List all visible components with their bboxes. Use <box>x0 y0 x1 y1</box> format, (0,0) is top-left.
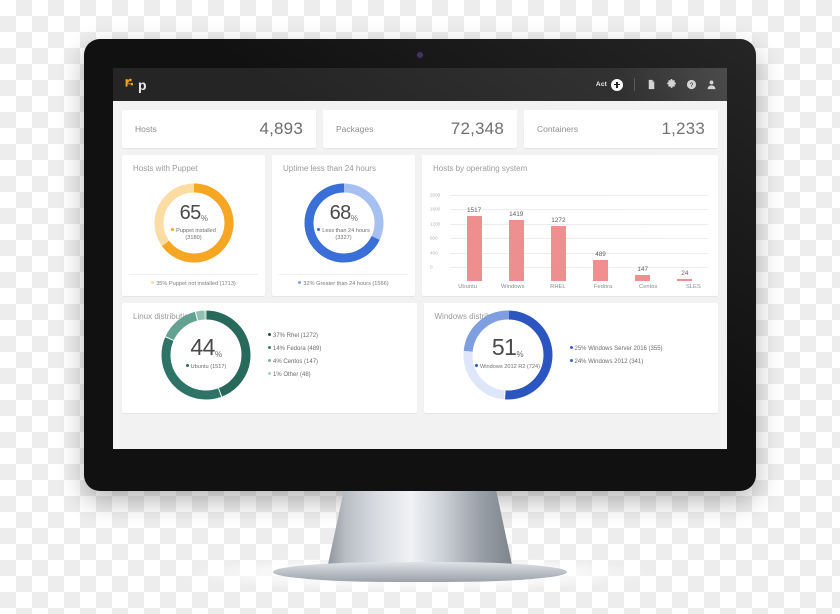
plus-circle-icon[interactable] <box>611 78 623 91</box>
stat-card-hosts[interactable]: Hosts 4,893 <box>122 110 316 148</box>
monitor-stand-neck <box>327 491 513 569</box>
act-label: Act <box>595 81 607 88</box>
stat-label: Packages <box>336 124 374 134</box>
legend-item[interactable]: 1% Other (48) <box>268 371 321 378</box>
stat-card-containers[interactable]: Containers 1,233 <box>524 110 718 148</box>
y-tick: 800 <box>430 235 438 241</box>
puppet-logo[interactable]: p <box>124 77 147 93</box>
windows-sublabel: Windows 2012 R2 (724) <box>474 364 540 372</box>
legend-item[interactable]: 25% Windows Server 2016 (355) <box>569 345 663 352</box>
svg-text:?: ? <box>690 82 694 89</box>
card-title: Hosts by operating system <box>433 164 528 173</box>
act-button[interactable]: Act <box>595 78 623 91</box>
legend-item[interactable]: 24% Windows 2012 (341) <box>569 358 663 365</box>
puppet-donut-center: 65% Puppet installed (3180) <box>151 180 237 266</box>
stat-value: 1,233 <box>661 119 705 138</box>
y-tick: 0 <box>430 264 433 270</box>
x-tick: SLES <box>685 284 701 290</box>
app-top-bar: p Act ? <box>113 68 727 101</box>
bar-column[interactable]: 489 <box>583 195 618 281</box>
os-bars: 1517 1419 1272 489 147 24 <box>453 195 706 281</box>
stat-card-packages[interactable]: Packages 72,348 <box>323 110 517 148</box>
bar-column[interactable]: 24 <box>667 195 702 281</box>
windows-donut-center: 51% Windows 2012 R2 (724) <box>460 307 556 403</box>
bar-column[interactable]: 147 <box>625 195 660 281</box>
card-linux-distribution[interactable]: Linux distribution 44% Ubuntu (1517) 37%… <box>122 303 417 413</box>
linux-donut-chart: 44% Ubuntu (1517) <box>158 307 254 403</box>
bar-column[interactable]: 1272 <box>541 195 576 281</box>
stat-value: 72,348 <box>450 119 504 138</box>
linux-sublabel: Ubuntu (1517) <box>185 364 226 372</box>
bar-value: 24 <box>681 270 689 278</box>
puppet-percent: 65% <box>179 201 208 224</box>
gear-icon[interactable] <box>666 79 677 90</box>
uptime-sublabel: Less than 24 hours (3327) <box>313 227 375 243</box>
puppet-donut-chart: 65% Puppet installed (3180) <box>151 180 237 266</box>
dashboard-canvas: Hosts 4,893 Packages 72,348 Containers 1… <box>113 101 727 413</box>
card-hosts-by-operating-system[interactable]: Hosts by operating system 2000 1600 1200… <box>422 155 718 296</box>
bar-column[interactable]: 1419 <box>499 195 534 281</box>
bar-value: 1272 <box>551 217 566 225</box>
x-tick: Centos <box>639 284 658 290</box>
x-tick: Windows <box>500 284 525 290</box>
screen: p Act ? Hosts 4,893 Packages 72,348 Cont… <box>113 68 727 449</box>
bar-value: 1419 <box>509 211 524 218</box>
legend-item[interactable]: 4% Centos (147) <box>268 358 321 365</box>
bar-value: 1517 <box>466 206 482 214</box>
stat-label: Hosts <box>135 124 157 134</box>
y-tick: 2000 <box>430 192 441 198</box>
y-tick: 1200 <box>430 221 441 227</box>
help-icon[interactable]: ? <box>686 79 697 90</box>
y-tick: 1600 <box>430 206 441 212</box>
uptime-footer-legend: 32% Greater than 24 hours (1566) <box>279 274 408 287</box>
uptime-donut-center: 68% Less than 24 hours (3327) <box>301 180 387 266</box>
distributions-row: Linux distribution 44% Ubuntu (1517) 37%… <box>122 303 718 413</box>
windows-legend: 25% Windows Server 2016 (355) 24% Window… <box>569 345 663 365</box>
puppet-footer-legend: 35% Puppet not installed (1713) <box>129 274 258 287</box>
puppet-sublabel: Puppet installed (3180) <box>163 227 225 243</box>
linux-percent: 44% <box>190 334 222 361</box>
legend-item[interactable]: 37% Rhel (1272) <box>268 332 321 339</box>
windows-donut-chart: 51% Windows 2012 R2 (724) <box>460 307 556 403</box>
card-title: Uptime less than 24 hours <box>283 164 376 173</box>
windows-percent: 51% <box>491 334 524 361</box>
user-icon[interactable] <box>706 79 717 90</box>
card-hosts-with-puppet[interactable]: Hosts with Puppet 65% Puppet installed (… <box>122 155 265 296</box>
linux-legend: 37% Rhel (1272) 14% Fedora (489) 4% Cent… <box>268 332 321 378</box>
bar-column[interactable]: 1517 <box>456 195 491 281</box>
stats-row: Hosts 4,893 Packages 72,348 Containers 1… <box>122 110 718 148</box>
card-uptime-less-than-24-hours[interactable]: Uptime less than 24 hours 68% Less than … <box>272 155 415 296</box>
uptime-donut-chart: 68% Less than 24 hours (3327) <box>301 180 387 266</box>
webcam-icon <box>417 52 423 58</box>
bar-value: 489 <box>595 251 606 258</box>
charts-row: Hosts with Puppet 65% Puppet installed (… <box>122 155 718 296</box>
legend-item[interactable]: 14% Fedora (489) <box>268 345 321 352</box>
logo-text: p <box>138 77 147 93</box>
x-tick: Fedora <box>593 284 613 290</box>
bar-value: 147 <box>637 265 649 273</box>
os-bar-chart: 2000 1600 1200 800 400 0 1517 1419 1272 … <box>430 181 708 281</box>
card-title: Hosts with Puppet <box>133 164 198 173</box>
puppet-mark-icon <box>125 78 133 87</box>
x-tick: Ubuntu <box>458 284 477 290</box>
monitor-stand-base <box>273 562 567 582</box>
stat-label: Containers <box>537 124 579 134</box>
toolbar-divider <box>634 78 635 91</box>
os-x-axis-labels: Ubuntu Windows RHEL Fedora Centos SLES <box>445 284 716 290</box>
linux-donut-center: 44% Ubuntu (1517) <box>158 307 254 403</box>
uptime-percent: 68% <box>329 201 358 224</box>
stat-value: 4,893 <box>259 119 303 138</box>
monitor-frame: p Act ? Hosts 4,893 Packages 72,348 Cont… <box>84 39 756 491</box>
y-tick: 400 <box>430 250 438 256</box>
card-windows-distribution[interactable]: Windows distribution 51% Windows 2012 R2… <box>423 303 718 413</box>
top-bar-actions: Act ? <box>596 78 717 91</box>
x-tick: RHEL <box>550 284 566 290</box>
document-icon[interactable] <box>646 79 657 90</box>
